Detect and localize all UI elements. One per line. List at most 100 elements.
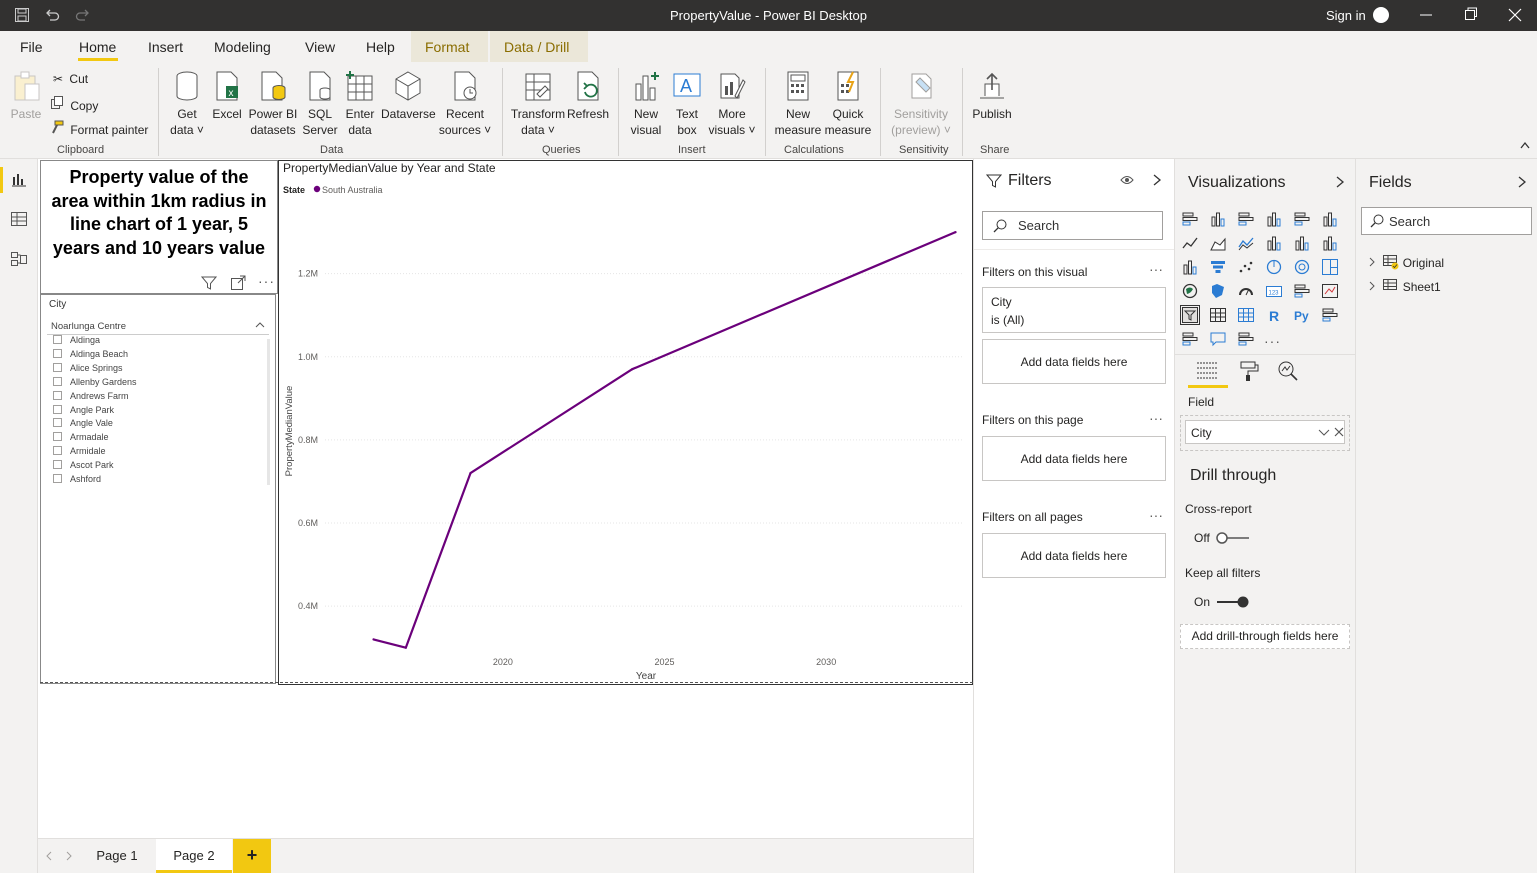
r-visual-icon[interactable]: R <box>1266 307 1282 324</box>
chevron-right-icon[interactable] <box>1368 256 1376 270</box>
title-card[interactable]: Property value of the area within 1km ra… <box>40 160 278 294</box>
menu-view[interactable]: View <box>305 39 335 55</box>
more-visuals-button[interactable]: More visuals ˅ <box>708 70 756 138</box>
more-options-icon[interactable]: ··· <box>1149 261 1163 277</box>
cut-button[interactable]: ✂ Cut <box>53 72 88 86</box>
checkbox[interactable] <box>53 460 62 470</box>
100-bar-icon[interactable] <box>1294 211 1310 227</box>
menu-help[interactable]: Help <box>366 39 395 55</box>
refresh-button[interactable]: Refresh <box>566 70 610 122</box>
sql-server-button[interactable]: SQL Server <box>302 70 338 138</box>
copy-button[interactable]: Copy <box>50 96 98 113</box>
fields-search-input[interactable]: Search <box>1361 207 1532 235</box>
restore-icon[interactable] <box>1464 6 1478 25</box>
add-page-button[interactable]: + <box>233 839 271 873</box>
excel-button[interactable]: x Excel <box>210 70 244 122</box>
new-measure-button[interactable]: New measure <box>773 70 823 138</box>
qa-icon[interactable] <box>1210 331 1226 347</box>
transform-data-button[interactable]: Transform data ˅ <box>510 70 566 138</box>
dataverse-button[interactable]: Dataverse <box>381 70 436 122</box>
minimize-icon[interactable] <box>1420 6 1432 25</box>
collapse-ribbon-icon[interactable] <box>1519 140 1531 153</box>
checkbox[interactable] <box>53 348 62 358</box>
pie-icon[interactable] <box>1266 259 1282 275</box>
menu-modeling[interactable]: Modeling <box>214 39 271 55</box>
clustered-bar-icon[interactable] <box>1238 211 1254 227</box>
more-options-icon[interactable]: ··· <box>258 273 275 289</box>
checkbox[interactable] <box>53 335 62 344</box>
python-visual-icon[interactable]: Py <box>1294 307 1310 323</box>
scroll-left-icon[interactable] <box>45 850 53 864</box>
focus-mode-icon[interactable] <box>230 275 246 294</box>
slicer-scrollbar[interactable] <box>267 339 270 485</box>
keep-filters-toggle[interactable] <box>1215 595 1251 612</box>
text-box-button[interactable]: A Text box <box>668 70 706 138</box>
filled-map-icon[interactable] <box>1210 283 1226 299</box>
slicer-dropdown[interactable]: Noarlunga Centre <box>47 319 269 335</box>
checkbox[interactable] <box>53 376 62 386</box>
checkbox[interactable] <box>53 390 62 400</box>
funnel-icon[interactable] <box>1210 259 1226 275</box>
format-painter-button[interactable]: Format painter <box>50 120 148 137</box>
card-icon[interactable]: 123 <box>1266 283 1282 299</box>
enter-data-button[interactable]: Enter data <box>342 70 378 138</box>
scatter-icon[interactable] <box>1238 259 1254 275</box>
remove-field-icon[interactable] <box>1334 426 1344 440</box>
line-clustered-icon[interactable] <box>1294 235 1310 251</box>
powerbi-datasets-button[interactable]: Power BI datasets <box>248 70 298 138</box>
add-page-filter-well[interactable]: Add data fields here <box>982 436 1166 481</box>
report-view-icon[interactable] <box>10 171 28 187</box>
checkbox[interactable] <box>53 418 62 428</box>
ribbon-chart-icon[interactable] <box>1322 235 1338 251</box>
cross-report-toggle[interactable] <box>1215 531 1251 548</box>
more-options-icon[interactable]: ··· <box>1149 507 1163 523</box>
treemap-icon[interactable] <box>1322 259 1338 275</box>
checkbox[interactable] <box>53 362 62 372</box>
checkbox[interactable] <box>53 404 62 414</box>
add-visual-filter-well[interactable]: Add data fields here <box>982 339 1166 384</box>
publish-button[interactable]: Publish <box>969 70 1015 122</box>
sign-in-link[interactable]: Sign in <box>1326 8 1366 23</box>
table-sheet1[interactable]: Sheet1 <box>1368 279 1441 294</box>
slicer-item[interactable]: Ashford <box>53 474 101 484</box>
slicer-item[interactable]: Aldinga Beach <box>53 348 128 359</box>
gauge-icon[interactable] <box>1238 283 1254 299</box>
analytics-magnifier-icon[interactable] <box>1277 360 1299 385</box>
scroll-right-icon[interactable] <box>65 850 73 864</box>
chevron-down-icon[interactable] <box>1318 427 1330 441</box>
city-filter-card[interactable]: City is (All) <box>982 287 1166 333</box>
get-data-button[interactable]: Get data ˅ <box>168 70 206 138</box>
line-column-icon[interactable] <box>1266 235 1282 251</box>
100-column-icon[interactable] <box>1322 211 1338 227</box>
menu-insert[interactable]: Insert <box>148 39 183 55</box>
matrix-icon[interactable] <box>1238 307 1254 323</box>
collapse-fields-icon[interactable] <box>1517 175 1527 192</box>
data-view-icon[interactable] <box>10 211 28 227</box>
table-icon[interactable] <box>1210 307 1226 323</box>
chevron-right-icon[interactable] <box>1368 280 1376 294</box>
format-paintroller-icon[interactable] <box>1238 360 1260 385</box>
checkbox[interactable] <box>53 432 62 442</box>
filters-search-input[interactable]: Search <box>982 211 1163 240</box>
map-icon[interactable] <box>1182 283 1198 299</box>
slicer-item[interactable]: Andrews Farm <box>53 390 129 401</box>
sensitivity-button[interactable]: Sensitivity (preview) ˅ <box>888 70 954 138</box>
stacked-area-icon[interactable] <box>1238 235 1254 251</box>
slicer-item[interactable]: Alice Springs <box>53 362 123 373</box>
close-icon[interactable] <box>1508 6 1522 25</box>
table-original[interactable]: Original <box>1368 255 1444 270</box>
field-pill[interactable]: City <box>1185 420 1345 444</box>
decomposition-tree-icon[interactable] <box>1182 331 1198 347</box>
page-tab-2[interactable]: Page 2 <box>156 839 232 873</box>
collapse-viz-icon[interactable] <box>1335 175 1345 192</box>
waterfall-icon[interactable] <box>1182 259 1198 275</box>
more-visuals-icon[interactable]: ··· <box>1264 333 1281 349</box>
clustered-column-icon[interactable] <box>1266 211 1282 227</box>
eye-icon[interactable] <box>1120 174 1134 189</box>
slicer-item[interactable]: Armadale <box>53 432 109 442</box>
paste-button[interactable]: Paste <box>8 70 44 122</box>
multirow-card-icon[interactable] <box>1294 283 1310 299</box>
stacked-bar-icon[interactable] <box>1182 211 1198 227</box>
fields-well-icon[interactable] <box>1196 360 1218 385</box>
line-chart-visual[interactable]: PropertyMedianValue by Year and State St… <box>278 160 973 685</box>
